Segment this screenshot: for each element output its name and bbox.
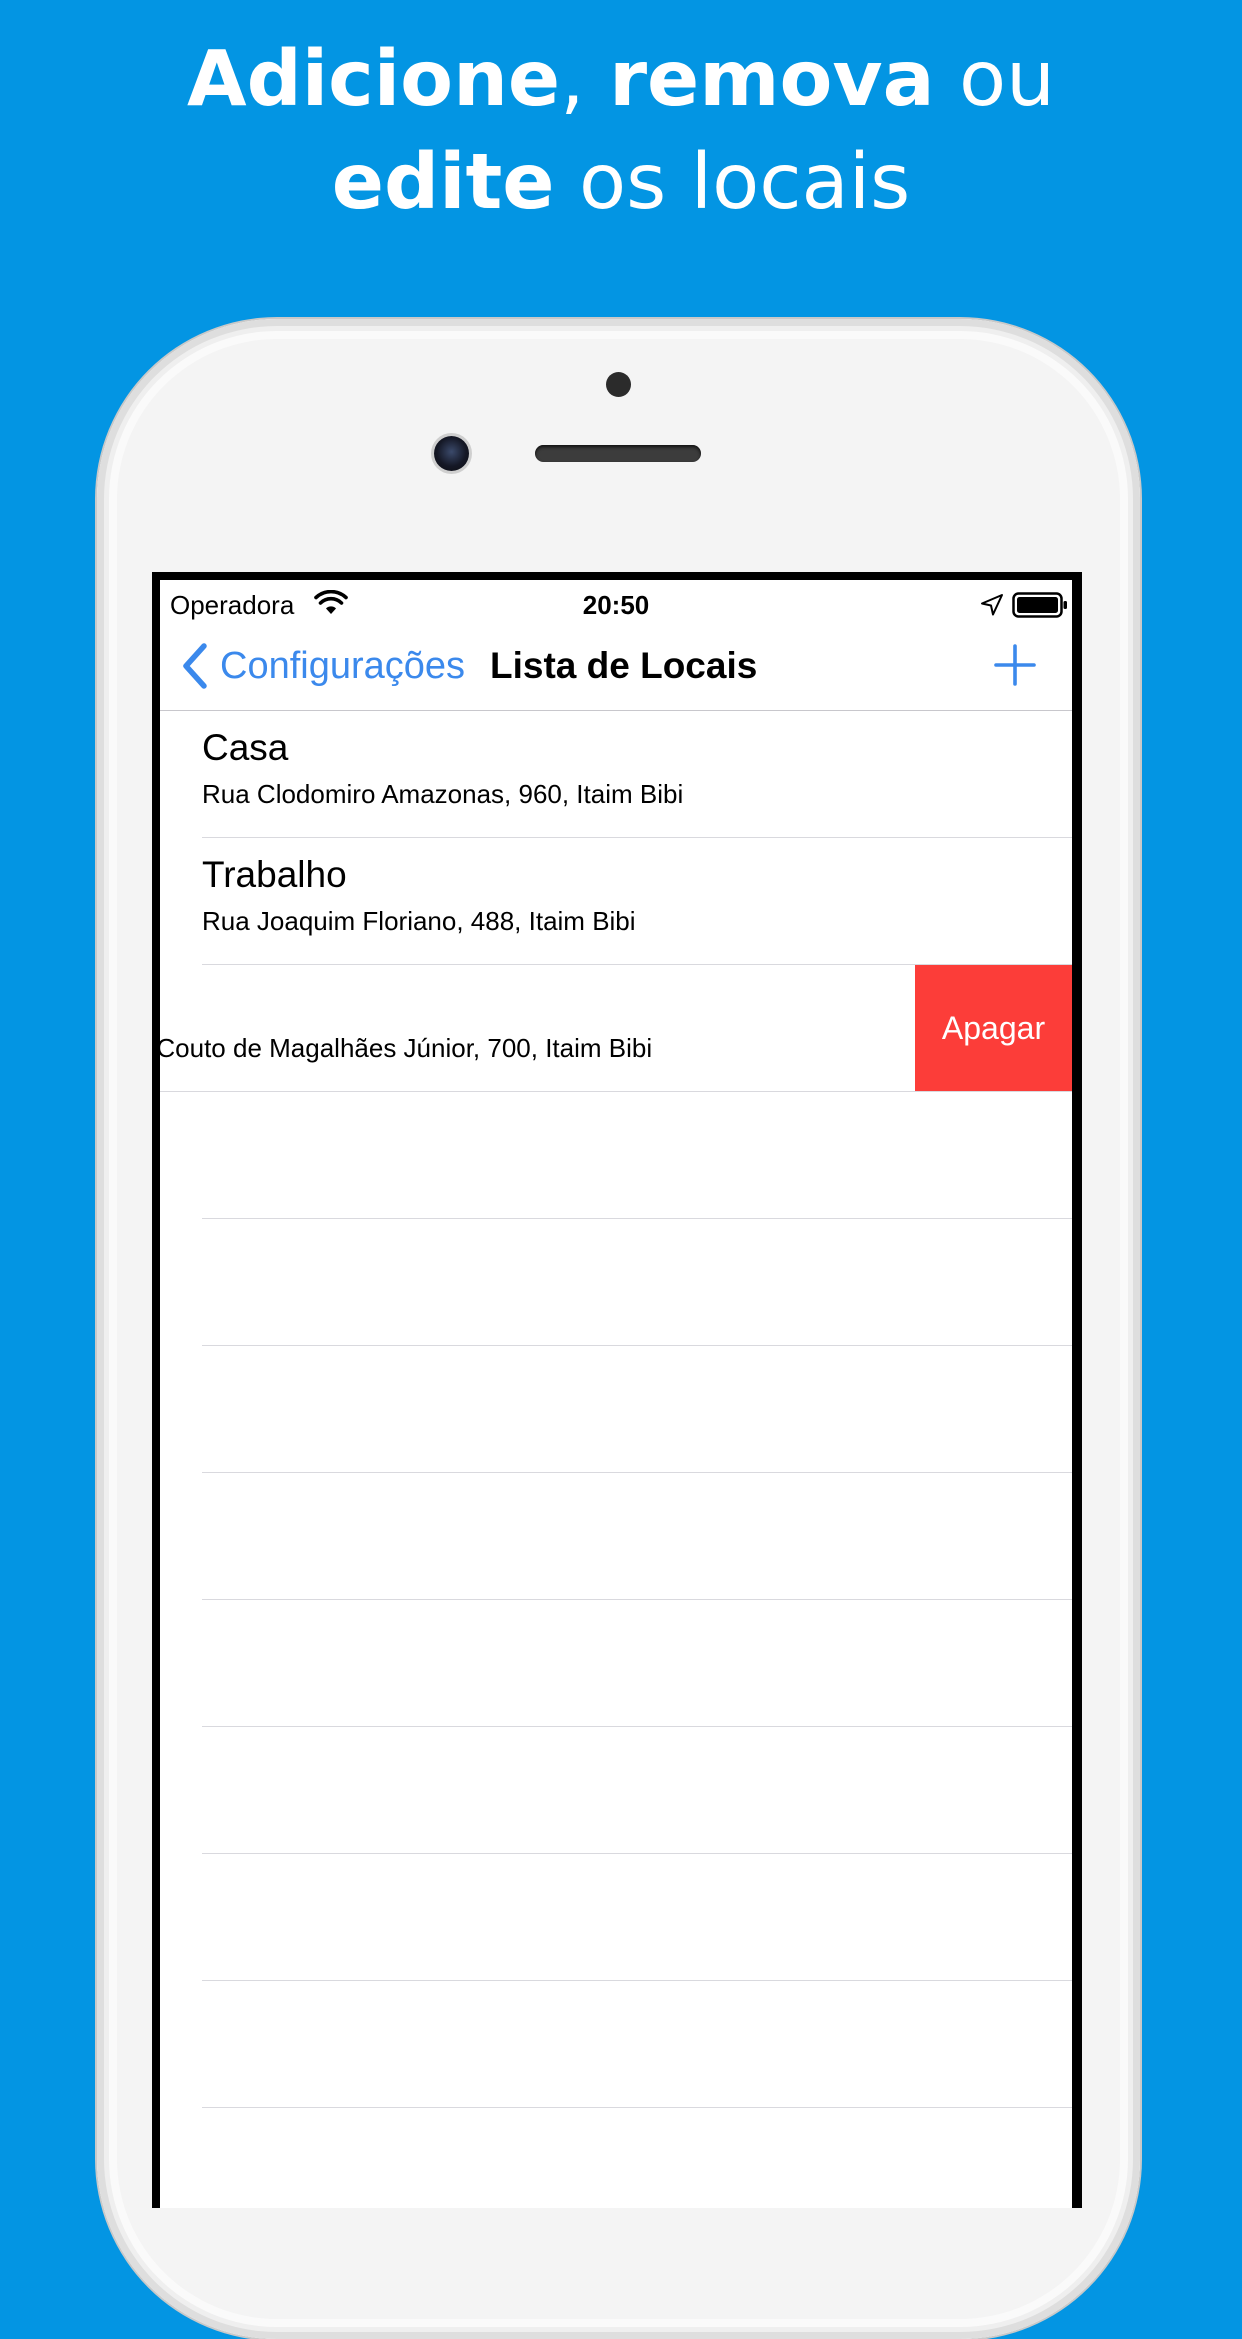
phone-screen: Operadora 20:50 Configurações Lista de L…	[152, 572, 1082, 2208]
headline-line-1: Adicione, remova ou	[0, 28, 1242, 131]
row-separator	[202, 1726, 1072, 1727]
list-item-place[interactable]: Casa Rua Clodomiro Amazonas, 960, Itaim …	[160, 711, 1072, 837]
list-item-place-swiped[interactable]: oldo Couto de Magalhães Júnior, 700, Ita…	[160, 965, 1072, 1091]
place-address: Rua Joaquim Floriano, 488, Itaim Bibi	[202, 906, 636, 936]
add-place-button[interactable]	[992, 642, 1038, 688]
back-button[interactable]: Configurações	[182, 622, 465, 710]
delete-button[interactable]: Apagar	[915, 965, 1072, 1091]
headline-word-adicione: Adicione	[187, 35, 561, 124]
place-address: oldo Couto de Magalhães Júnior, 700, Ita…	[160, 1033, 653, 1063]
back-button-label: Configurações	[220, 644, 466, 687]
headline-comma: ,	[560, 35, 610, 124]
promo-headline: Adicione, remova ou edite os locais	[0, 28, 1242, 234]
headline-word-ou: ou	[934, 35, 1055, 124]
list-item-place[interactable]: Trabalho Rua Joaquim Floriano, 488, Itai…	[160, 838, 1072, 964]
headline-word-remova: remova	[609, 35, 935, 124]
navigation-bar: Configurações Lista de Locais	[160, 622, 1072, 711]
swiped-row-content: oldo Couto de Magalhães Júnior, 700, Ita…	[160, 965, 970, 1091]
row-separator	[160, 1091, 1072, 1092]
place-title: Casa	[202, 727, 289, 768]
front-sensor	[606, 372, 631, 397]
front-camera-icon	[434, 436, 469, 471]
battery-icon	[1012, 592, 1067, 618]
clock: 20:50	[582, 590, 650, 620]
place-address: Rua Clodomiro Amazonas, 960, Itaim Bibi	[202, 779, 684, 809]
headline-line-2: edite os locais	[0, 131, 1242, 234]
chevron-left-icon	[183, 643, 207, 689]
row-separator	[202, 1345, 1072, 1346]
row-separator	[202, 1599, 1072, 1600]
row-separator	[202, 1853, 1072, 1854]
row-separator	[202, 2107, 1072, 2108]
row-separator	[202, 1218, 1072, 1219]
row-separator	[202, 1980, 1072, 1981]
earpiece-speaker	[535, 445, 701, 462]
page-title: Lista de Locais	[490, 645, 758, 686]
row-separator	[202, 1472, 1072, 1473]
location-arrow-icon	[981, 594, 1003, 616]
headline-rest: os locais	[554, 138, 911, 227]
app-screen: Operadora 20:50 Configurações Lista de L…	[160, 580, 1072, 2208]
status-bar: Operadora 20:50	[160, 580, 1072, 622]
plus-icon	[994, 644, 1036, 686]
headline-word-edite: edite	[331, 138, 555, 227]
place-title: Trabalho	[202, 854, 347, 895]
